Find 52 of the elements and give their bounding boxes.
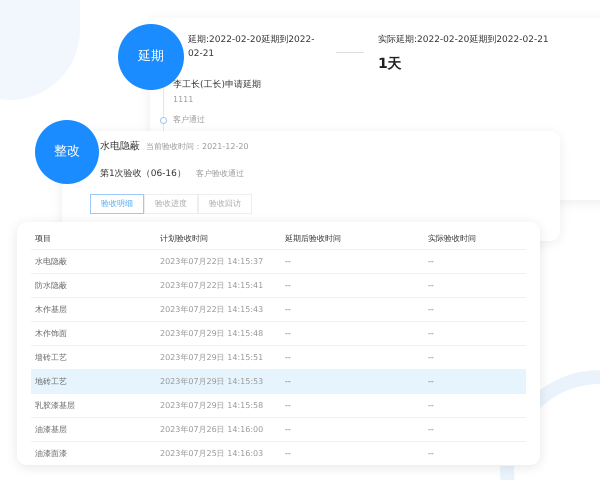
table-cell-text: 乳胶漆基层	[34, 400, 76, 412]
table-cell-text: --	[284, 304, 292, 316]
round-text: 第1次验收（06-16）	[100, 168, 186, 181]
table-cell-text: --	[284, 328, 292, 340]
table-cell-text: --	[427, 376, 435, 388]
table-cell-text: --	[284, 400, 292, 412]
item-title: 水电隐蔽	[100, 140, 140, 154]
table-cell-text: --	[427, 328, 435, 340]
table-cell-text: 木作基层	[34, 304, 68, 316]
table-cell-text: 2023年07月22日 14:15:37	[159, 256, 264, 268]
timeline-title: 客户通过	[173, 114, 206, 126]
planned-delay-text: 延期:2022-02-20延期到2022-02-21	[187, 34, 316, 60]
actual-days-value: 1天	[378, 54, 403, 74]
table-cell-text: --	[427, 256, 435, 268]
table-cell-text: 油漆基层	[34, 424, 68, 436]
table-cell-text: --	[427, 424, 435, 436]
table-cell-text: 2023年07月29日 14:15:53	[159, 376, 264, 388]
table-cell-text: 2023年07月22日 14:15:41	[159, 280, 264, 292]
table-cell-text: 油漆面漆	[34, 448, 68, 460]
table-cell-text: --	[284, 448, 292, 460]
column-header: 延期后验收时间	[284, 232, 342, 244]
result-text: 客户验收通过	[196, 168, 244, 180]
table-row[interactable]: 地砖工艺 2023年07月29日 14:15:53 -- --	[31, 370, 526, 394]
actual-delay-text: 实际延期:2022-02-20延期到2022-02-21	[378, 34, 549, 47]
table-cell-text: --	[427, 448, 435, 460]
table-cell-text: --	[284, 256, 292, 268]
table-cell-text: 2023年07月22日 14:15:43	[159, 304, 264, 316]
timeline-note: 1111	[173, 94, 194, 106]
table-cell-text: --	[427, 304, 435, 316]
table-cell-text: 地砖工艺	[34, 376, 68, 388]
current-time-text: 当前验收时间：2021-12-20	[146, 141, 248, 153]
timeline-title: 李工长(工长)申请延期	[173, 78, 262, 92]
table-cell-text: --	[427, 400, 435, 412]
table-cell-text: 2023年07月29日 14:15:51	[159, 352, 264, 364]
table-cell-text: 2023年07月29日 14:15:48	[159, 328, 264, 340]
table-cell-text: --	[284, 376, 292, 388]
table-cell-text: 墙砖工艺	[34, 352, 68, 364]
table-cell-text: 木作饰面	[34, 328, 68, 340]
table-cell-text: --	[427, 352, 435, 364]
table-cell-text: --	[284, 280, 292, 292]
column-header: 项目	[34, 232, 52, 244]
table-cell-text: --	[427, 280, 435, 292]
column-header: 计划验收时间	[159, 232, 209, 244]
column-header: 实际验收时间	[427, 232, 477, 244]
table-cell-text: 防水隐蔽	[34, 280, 68, 292]
rectify-badge: 整改	[35, 120, 99, 184]
table-cell-text: --	[284, 352, 292, 364]
table-cell-text: 2023年07月26日 14:16:00	[159, 424, 264, 436]
table-cell-text: 2023年07月29日 14:15:58	[159, 400, 264, 412]
table-cell-text: 水电隐蔽	[34, 256, 68, 268]
table-cell-text: --	[284, 424, 292, 436]
table-cell-text: 2023年07月25日 14:16:03	[159, 448, 264, 460]
